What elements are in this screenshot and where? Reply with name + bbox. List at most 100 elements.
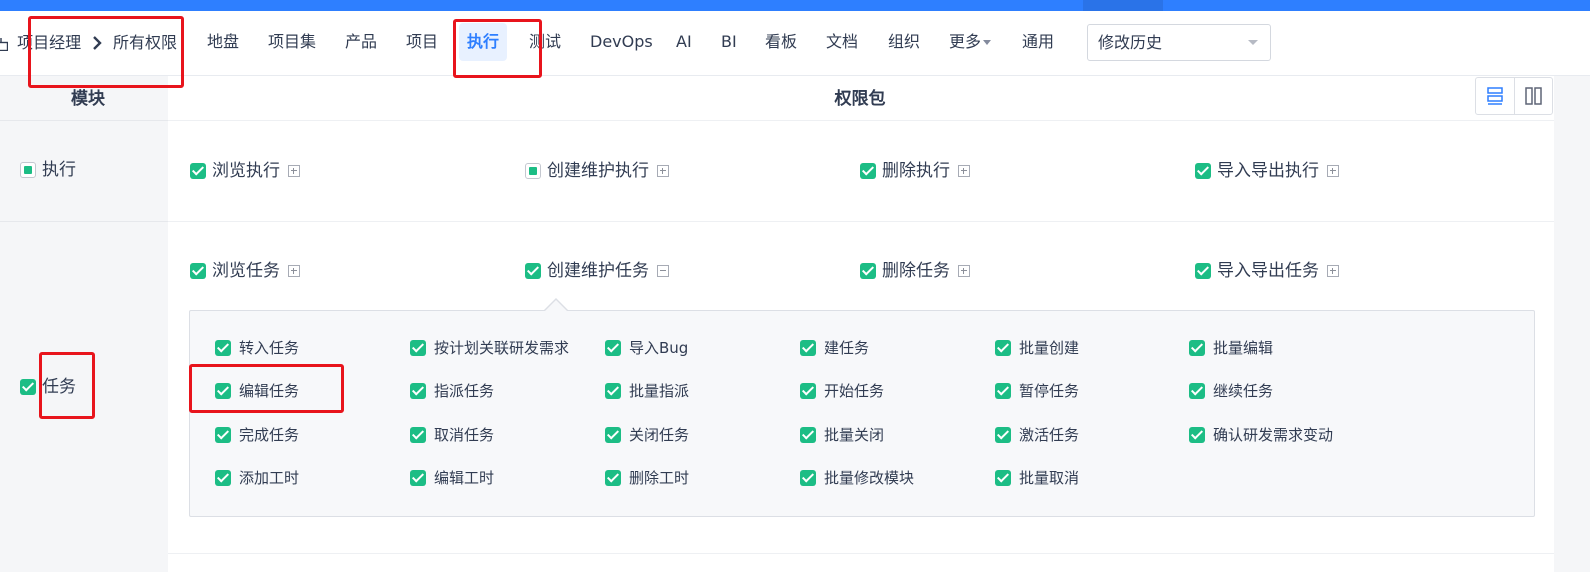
nav-item-kanban[interactable]: 看板 — [765, 23, 797, 61]
module-execution-checkbox[interactable] — [20, 162, 36, 178]
privilege-item[interactable]: 批量关闭 — [800, 422, 884, 447]
expand-plus-icon[interactable] — [1327, 265, 1339, 277]
nav-item-product[interactable]: 产品 — [345, 23, 377, 61]
breadcrumb-role[interactable]: 项目经理 — [17, 33, 81, 52]
package-manage-execution[interactable]: 创建维护执行 — [525, 159, 669, 183]
privilege-item[interactable]: 确认研发需求变动 — [1189, 422, 1333, 447]
privilege-checkbox[interactable] — [410, 469, 426, 486]
nav-item-execution[interactable]: 执行 — [459, 23, 508, 61]
privilege-checkbox[interactable] — [995, 426, 1011, 443]
privilege-item[interactable]: 开始任务 — [800, 378, 884, 403]
privilege-item[interactable]: 编辑任务 — [215, 378, 299, 403]
expand-plus-icon[interactable] — [288, 265, 300, 277]
privilege-item[interactable]: 批量修改模块 — [800, 465, 914, 490]
horizontal-view-button[interactable] — [1476, 78, 1515, 114]
package-checkbox[interactable] — [1195, 263, 1211, 279]
privilege-checkbox[interactable] — [995, 382, 1011, 399]
privilege-checkbox[interactable] — [605, 469, 621, 486]
privilege-item[interactable]: 批量编辑 — [1189, 335, 1273, 360]
package-checkbox[interactable] — [190, 163, 206, 179]
privilege-item[interactable]: 按计划关联研发需求 — [410, 335, 569, 360]
privilege-checkbox[interactable] — [1189, 426, 1205, 443]
package-checkbox[interactable] — [860, 263, 876, 279]
collapse-minus-icon[interactable] — [657, 265, 669, 277]
package-checkbox[interactable] — [860, 163, 876, 179]
breadcrumb-page[interactable]: 所有权限 — [113, 11, 177, 75]
privilege-checkbox[interactable] — [800, 339, 816, 356]
expand-plus-icon[interactable] — [958, 265, 970, 277]
breadcrumb: 项目经理 — [0, 11, 81, 75]
privilege-checkbox[interactable] — [215, 339, 231, 356]
privilege-label: 取消任务 — [434, 425, 495, 444]
privilege-item[interactable]: 激活任务 — [995, 422, 1079, 447]
package-checkbox[interactable] — [525, 163, 541, 179]
privilege-checkbox[interactable] — [215, 426, 231, 443]
nav-item-bi[interactable]: BI — [721, 23, 737, 61]
privilege-checkbox[interactable] — [605, 382, 621, 399]
privilege-checkbox[interactable] — [410, 426, 426, 443]
privilege-checkbox[interactable] — [1189, 339, 1205, 356]
privilege-checkbox[interactable] — [800, 469, 816, 486]
top-accent-bar — [0, 0, 1590, 11]
package-checkbox[interactable] — [190, 263, 206, 279]
package-import-export-task[interactable]: 导入导出任务 — [1195, 259, 1339, 283]
expand-plus-icon[interactable] — [958, 165, 970, 177]
expand-plus-icon[interactable] — [1327, 165, 1339, 177]
package-browse-execution[interactable]: 浏览执行 — [190, 159, 300, 183]
module-task[interactable]: 任务 — [20, 375, 76, 399]
privilege-checkbox[interactable] — [1189, 382, 1205, 399]
package-label: 导入导出任务 — [1217, 261, 1319, 281]
package-checkbox[interactable] — [1195, 163, 1211, 179]
privilege-item[interactable]: 导入Bug — [605, 335, 688, 360]
privilege-checkbox[interactable] — [800, 426, 816, 443]
privilege-checkbox[interactable] — [410, 382, 426, 399]
privilege-checkbox[interactable] — [995, 339, 1011, 356]
privilege-item[interactable]: 完成任务 — [215, 422, 299, 447]
privilege-item[interactable]: 批量取消 — [995, 465, 1079, 490]
row-divider — [168, 553, 1554, 554]
privilege-item[interactable]: 关闭任务 — [605, 422, 689, 447]
privilege-item[interactable]: 转入任务 — [215, 335, 299, 360]
privilege-checkbox[interactable] — [410, 339, 426, 356]
privilege-item[interactable]: 继续任务 — [1189, 378, 1273, 403]
nav-item-program[interactable]: 项目集 — [268, 23, 316, 61]
nav-item-general[interactable]: 通用 — [1022, 23, 1054, 61]
nav-item-more[interactable]: 更多 — [949, 23, 992, 61]
privilege-item[interactable]: 取消任务 — [410, 422, 494, 447]
privilege-item[interactable]: 批量创建 — [995, 335, 1079, 360]
package-delete-execution[interactable]: 删除执行 — [860, 159, 970, 183]
history-select-value: 修改历史 — [1098, 33, 1163, 52]
package-delete-task[interactable]: 删除任务 — [860, 259, 970, 283]
privilege-item[interactable]: 添加工时 — [215, 465, 299, 490]
vertical-view-button[interactable] — [1515, 78, 1553, 114]
privilege-checkbox[interactable] — [800, 382, 816, 399]
module-task-checkbox[interactable] — [20, 379, 36, 395]
privilege-checkbox[interactable] — [215, 469, 231, 486]
history-select[interactable]: 修改历史 — [1087, 24, 1271, 61]
nav-item-test[interactable]: 测试 — [529, 23, 561, 61]
nav-item-project[interactable]: 项目 — [406, 23, 438, 61]
expand-plus-icon[interactable] — [657, 165, 669, 177]
nav-item-org[interactable]: 组织 — [888, 23, 920, 61]
package-browse-task[interactable]: 浏览任务 — [190, 259, 300, 283]
package-manage-task[interactable]: 创建维护任务 — [525, 259, 669, 283]
privilege-checkbox[interactable] — [605, 426, 621, 443]
home-icon[interactable] — [0, 37, 9, 51]
privilege-item[interactable]: 暂停任务 — [995, 378, 1079, 403]
privilege-item[interactable]: 批量指派 — [605, 378, 689, 403]
module-execution[interactable]: 执行 — [20, 158, 76, 182]
nav-item-devops[interactable]: DevOps — [590, 23, 653, 61]
privilege-checkbox[interactable] — [605, 339, 621, 356]
nav-item-doc[interactable]: 文档 — [826, 23, 858, 61]
package-checkbox[interactable] — [525, 263, 541, 279]
privilege-item[interactable]: 指派任务 — [410, 378, 494, 403]
expand-plus-icon[interactable] — [288, 165, 300, 177]
privilege-checkbox[interactable] — [995, 469, 1011, 486]
privilege-item[interactable]: 删除工时 — [605, 465, 689, 490]
nav-item-ai[interactable]: AI — [676, 23, 692, 61]
privilege-checkbox[interactable] — [215, 382, 231, 399]
privilege-item[interactable]: 建任务 — [800, 335, 869, 360]
package-import-export-execution[interactable]: 导入导出执行 — [1195, 159, 1339, 183]
nav-item-dashboard[interactable]: 地盘 — [207, 23, 239, 61]
privilege-item[interactable]: 编辑工时 — [410, 465, 494, 490]
